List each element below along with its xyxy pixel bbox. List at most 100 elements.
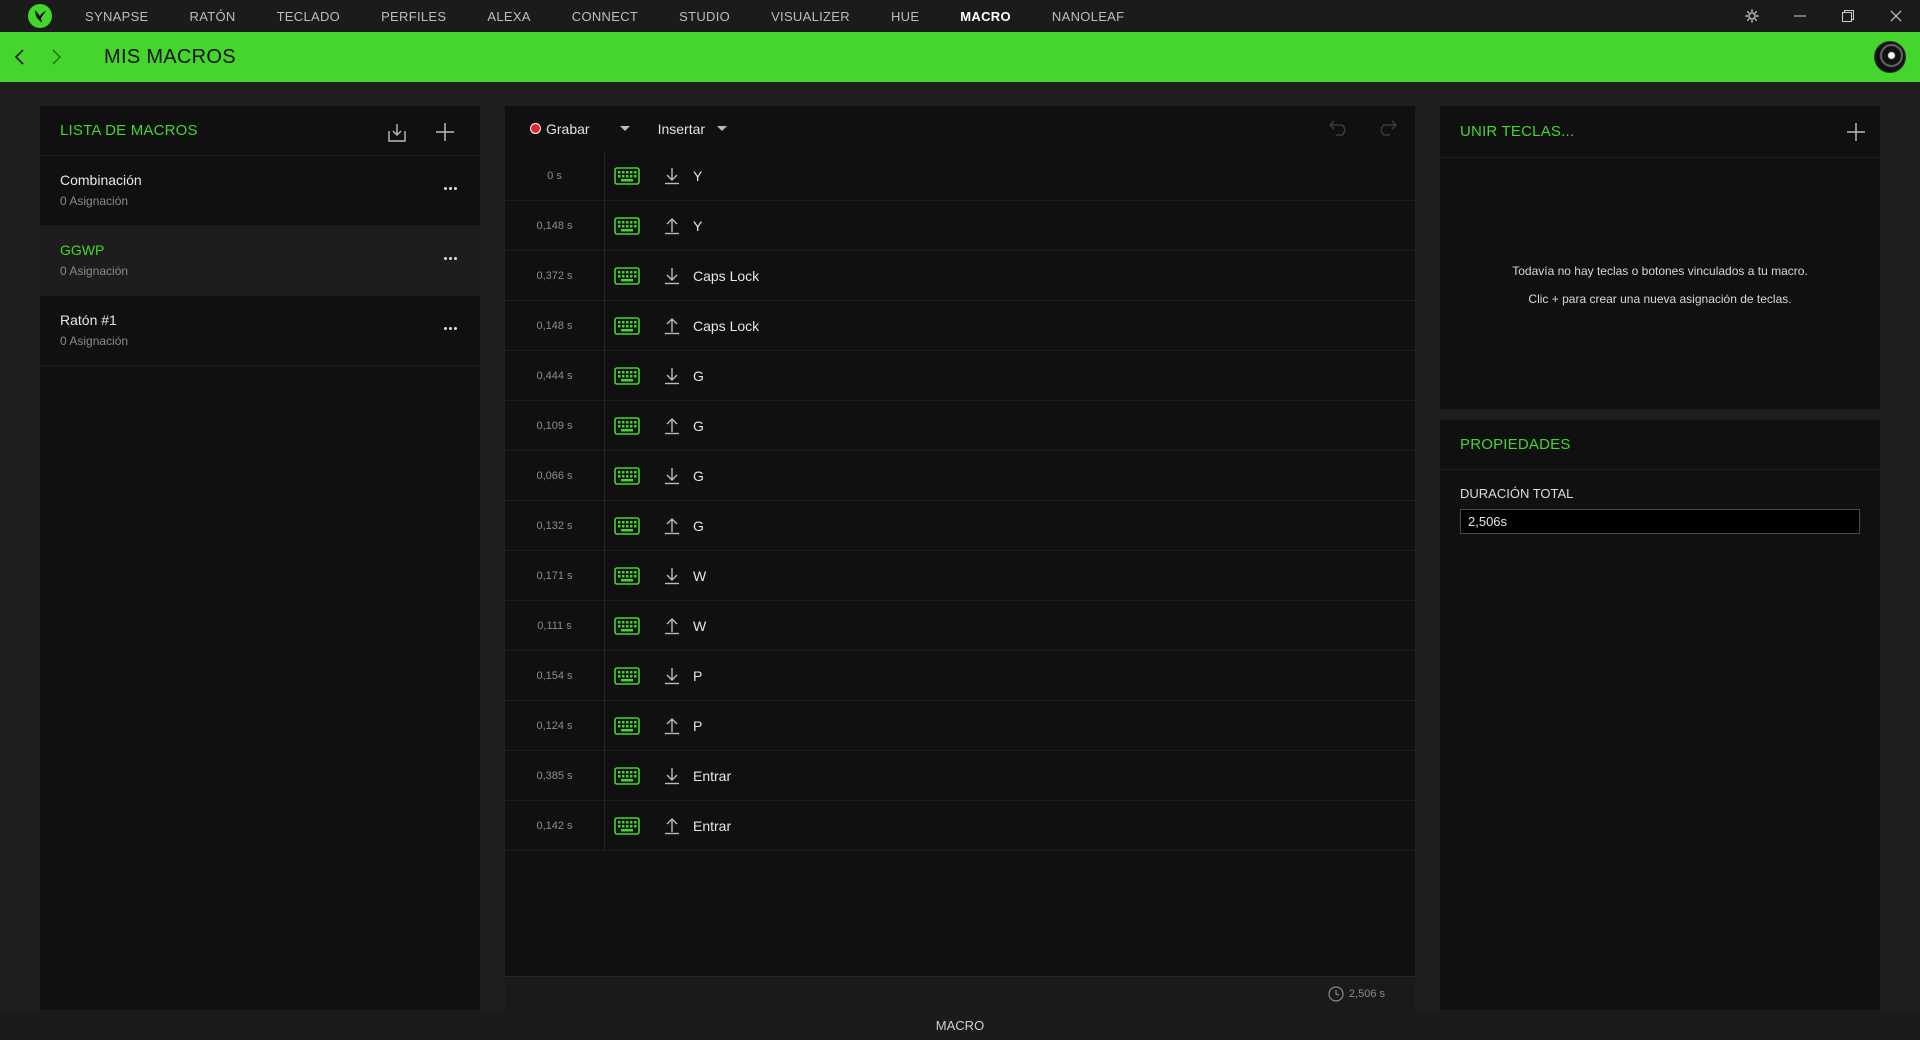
- keyboard-icon: [607, 501, 647, 551]
- event-delay[interactable]: 0,171 s: [505, 550, 605, 601]
- more-options-icon[interactable]: [440, 178, 460, 198]
- event-delay[interactable]: 0,109 s: [505, 400, 605, 451]
- import-icon[interactable]: [385, 120, 409, 144]
- nav-item-hue[interactable]: HUE: [891, 9, 919, 24]
- restore-icon[interactable]: [1824, 0, 1872, 32]
- key-down-arrow-icon: [657, 667, 687, 685]
- event-key: Caps Lock: [693, 267, 760, 284]
- keyboard-icon: [607, 551, 647, 601]
- back-arrow-icon[interactable]: [0, 32, 38, 82]
- macro-list-item[interactable]: Ratón #1 0 Asignación: [40, 296, 480, 366]
- razer-logo-icon[interactable]: [21, 0, 59, 32]
- key-up-arrow-icon: [657, 517, 687, 535]
- nav-item-alexa[interactable]: ALEXA: [487, 9, 530, 24]
- nav-item-connect[interactable]: CONNECT: [572, 9, 638, 24]
- key-up-arrow-icon: [657, 817, 687, 835]
- empty-bindings-hint: Clic + para crear una nueva asignación d…: [1528, 292, 1792, 306]
- key-down-arrow-icon: [657, 367, 687, 385]
- event-delay[interactable]: 0,111 s: [505, 600, 605, 651]
- nav-item-ratón[interactable]: RATÓN: [190, 9, 236, 24]
- add-macro-plus-icon[interactable]: [433, 120, 457, 144]
- total-duration-small: 2,506 s: [1348, 987, 1385, 1000]
- macro-event-row[interactable]: 0,444 s G: [505, 350, 1415, 401]
- event-key: P: [693, 667, 703, 684]
- more-options-icon[interactable]: [440, 248, 460, 268]
- keyboard-icon: [607, 151, 647, 201]
- event-key: G: [693, 417, 704, 434]
- nav-item-synapse[interactable]: SYNAPSE: [85, 9, 149, 24]
- event-key: P: [693, 717, 703, 734]
- macro-event-row[interactable]: 0,148 s Caps Lock: [505, 300, 1415, 351]
- event-key: Entrar: [693, 767, 732, 784]
- macro-event-row[interactable]: 0,372 s Caps Lock: [505, 250, 1415, 301]
- event-delay[interactable]: 0,444 s: [505, 350, 605, 401]
- keyboard-icon: [607, 251, 647, 301]
- macro-event-row[interactable]: 0,066 s G: [505, 450, 1415, 501]
- macro-event-row[interactable]: 0,124 s P: [505, 700, 1415, 751]
- key-down-arrow-icon: [657, 567, 687, 585]
- editor-toolbar: Grabar Insertar: [505, 106, 1415, 151]
- main-nav: SYNAPSE RATÓN TECLADO PERFILES ALEXA CONNECT S…: [85, 0, 1165, 32]
- record-button[interactable]: Grabar: [530, 121, 590, 137]
- event-delay[interactable]: 0,385 s: [505, 750, 605, 801]
- user-avatar[interactable]: [1874, 41, 1906, 73]
- record-dropdown[interactable]: [602, 126, 640, 131]
- insert-label: Insertar: [657, 120, 706, 137]
- event-key: Y: [693, 217, 703, 234]
- event-delay[interactable]: 0,066 s: [505, 450, 605, 501]
- event-delay[interactable]: 0,132 s: [505, 500, 605, 551]
- chevron-down-icon: [619, 126, 630, 131]
- close-icon[interactable]: [1872, 0, 1920, 32]
- event-delay[interactable]: 0,124 s: [505, 700, 605, 751]
- macro-event-row[interactable]: 0,385 s Entrar: [505, 750, 1415, 801]
- settings-gear-icon[interactable]: [1728, 0, 1776, 32]
- macro-event-row[interactable]: 0,142 s Entrar: [505, 800, 1415, 851]
- event-delay[interactable]: 0,154 s: [505, 650, 605, 701]
- keyboard-icon: [607, 401, 647, 451]
- event-delay[interactable]: 0 s: [505, 150, 605, 201]
- redo-icon[interactable]: [1375, 116, 1399, 140]
- keyboard-icon: [607, 451, 647, 501]
- nav-item-teclado[interactable]: TECLADO: [277, 9, 341, 24]
- macro-event-row[interactable]: 0 s Y: [505, 150, 1415, 201]
- macro-assignment-count: 0 Asignación: [60, 334, 129, 348]
- macro-event-row[interactable]: 0,109 s G: [505, 400, 1415, 451]
- total-duration-label: DURACIÓN TOTAL: [1460, 486, 1574, 501]
- macro-event-row[interactable]: 0,148 s Y: [505, 200, 1415, 251]
- nav-item-perfiles[interactable]: PERFILES: [381, 9, 446, 24]
- more-options-icon[interactable]: [440, 318, 460, 338]
- event-key: Entrar: [693, 817, 732, 834]
- macro-event-row[interactable]: 0,171 s W: [505, 550, 1415, 601]
- key-up-arrow-icon: [657, 317, 687, 335]
- macro-event-row[interactable]: 0,132 s G: [505, 500, 1415, 551]
- macro-list-item[interactable]: GGWP 0 Asignación: [40, 226, 480, 296]
- add-binding-plus-icon[interactable]: [1844, 120, 1868, 144]
- minimize-icon[interactable]: [1776, 0, 1824, 32]
- window-controls: [1728, 0, 1920, 32]
- forward-arrow-icon[interactable]: [38, 32, 76, 82]
- macro-list-item[interactable]: Combinación 0 Asignación: [40, 156, 480, 226]
- editor-footer: 2,506 s: [505, 976, 1415, 1010]
- undo-icon[interactable]: [1327, 116, 1351, 140]
- event-key: Y: [693, 167, 703, 184]
- event-delay[interactable]: 0,142 s: [505, 800, 605, 851]
- nav-item-visualizer[interactable]: VISUALIZER: [771, 9, 850, 24]
- total-duration-field[interactable]: 2,506s: [1460, 509, 1860, 534]
- macro-assignment-count: 0 Asignación: [60, 264, 129, 278]
- macro-event-row[interactable]: 0,111 s W: [505, 600, 1415, 651]
- nav-item-macro[interactable]: MACRO: [960, 9, 1011, 24]
- nav-item-nanoleaf[interactable]: NANOLEAF: [1052, 9, 1124, 24]
- macro-list: Combinación 0 Asignación GGWP 0 Asignación R…: [40, 156, 480, 366]
- page-title: MIS MACROS: [104, 45, 236, 68]
- macro-name: GGWP: [60, 242, 105, 258]
- insert-dropdown[interactable]: Insertar: [657, 120, 728, 137]
- event-delay[interactable]: 0,148 s: [505, 300, 605, 351]
- macro-editor-panel: Grabar Insertar 0 s Y 0,148 s Y 0,372 s Caps …: [505, 106, 1415, 1010]
- nav-item-studio[interactable]: STUDIO: [679, 9, 730, 24]
- bind-keys-header: UNIR TECLAS...: [1440, 106, 1880, 158]
- event-delay[interactable]: 0,372 s: [505, 250, 605, 301]
- event-delay[interactable]: 0,148 s: [505, 200, 605, 251]
- macro-event-row[interactable]: 0,154 s P: [505, 650, 1415, 701]
- bottom-status-bar: MACRO: [0, 1010, 1920, 1040]
- keyboard-icon: [607, 651, 647, 701]
